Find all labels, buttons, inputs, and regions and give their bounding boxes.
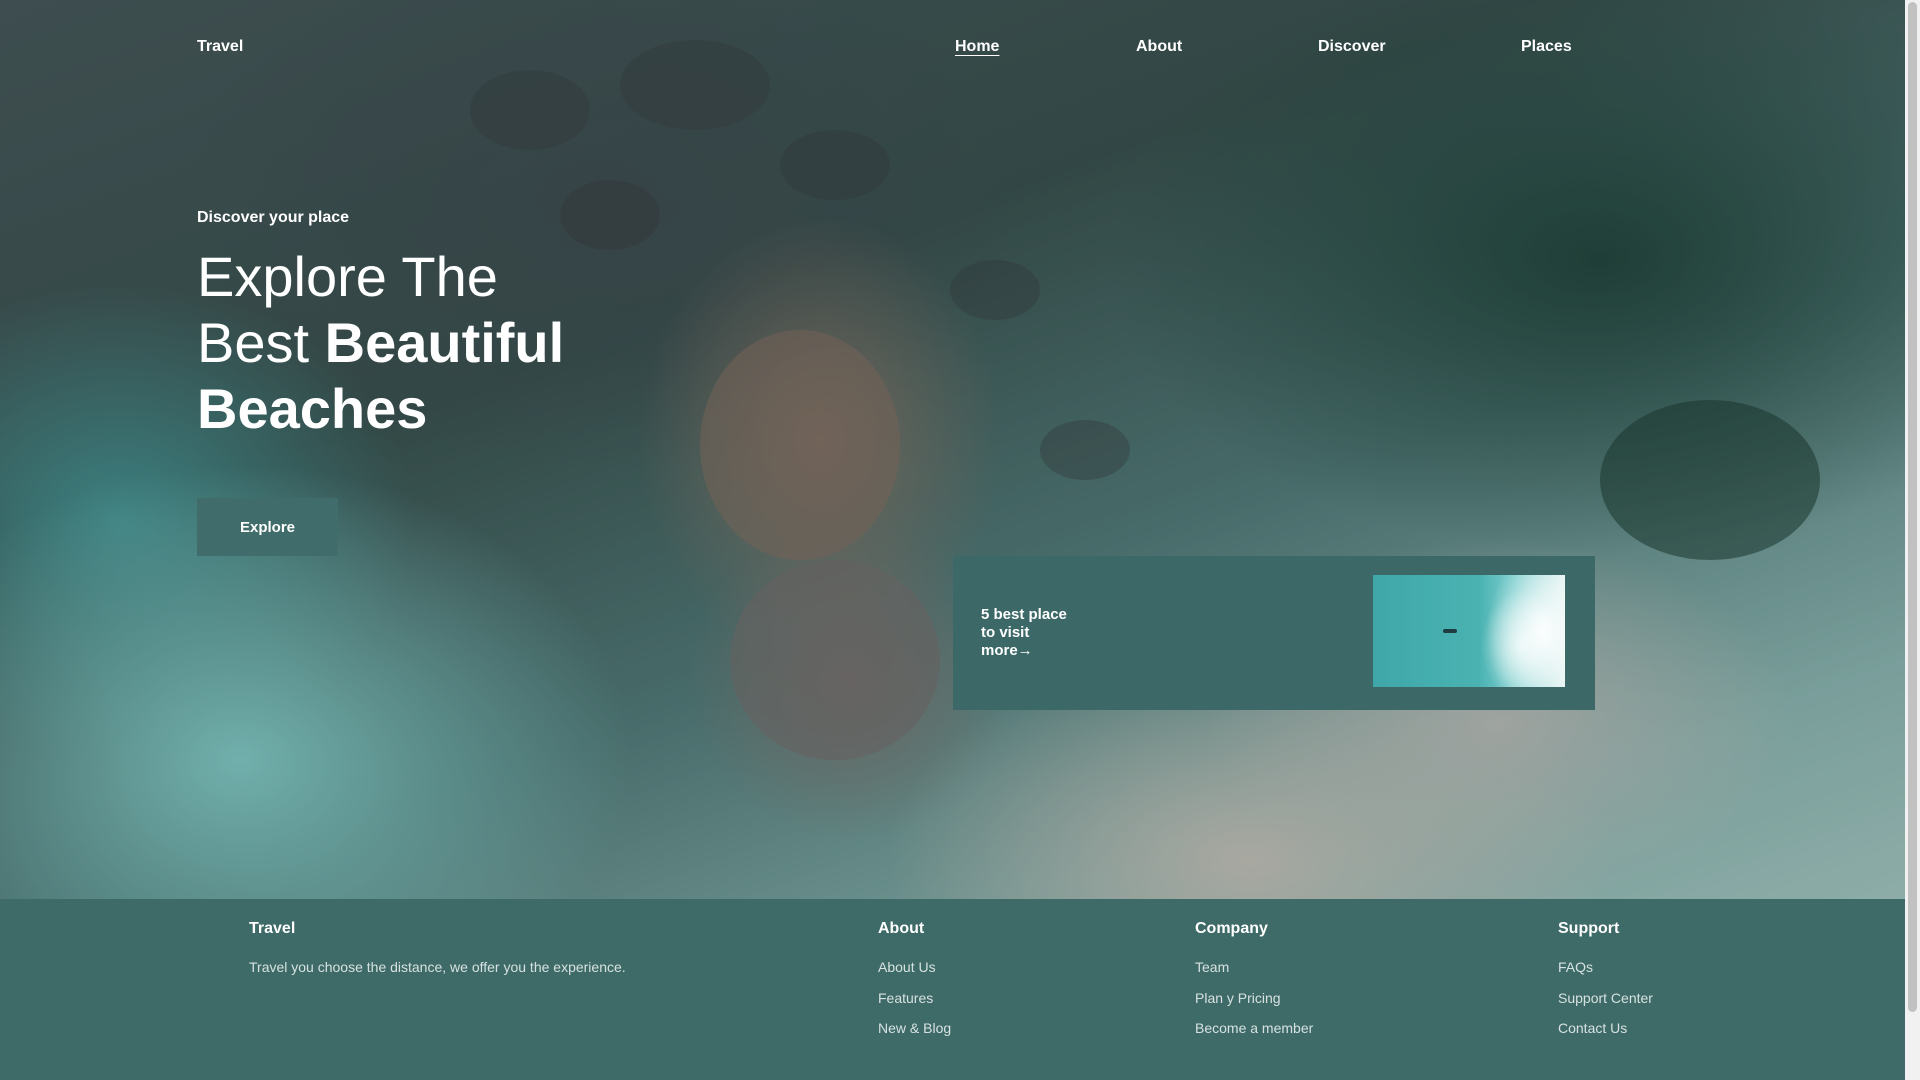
footer-tagline: Travel you choose the distance, we offer… [249, 959, 626, 975]
page-scrollbar[interactable] [1905, 0, 1920, 1080]
brand-logo[interactable]: Travel [197, 38, 243, 56]
footer-link-about-us[interactable]: About Us [878, 959, 936, 975]
nav-discover[interactable]: Discover [1318, 38, 1386, 56]
footer: Travel Travel you choose the distance, w… [8, 899, 1897, 1080]
promo-more-link[interactable]: more→ [981, 642, 1033, 659]
footer-link-support-center[interactable]: Support Center [1558, 990, 1653, 1006]
nav-about[interactable]: About [1136, 38, 1182, 56]
footer-link-pricing[interactable]: Plan y Pricing [1195, 990, 1281, 1006]
promo-text: 5 best place to visit more→ [981, 606, 1091, 660]
headline-line-2: Best [197, 311, 325, 374]
headline-line-1: Explore The [197, 245, 498, 308]
footer-link-faqs[interactable]: FAQs [1558, 959, 1593, 975]
footer-link-features[interactable]: Features [878, 990, 933, 1006]
footer-link-member[interactable]: Become a member [1195, 1020, 1313, 1036]
headline-line-3: Beaches [197, 377, 428, 440]
promo-thumbnail[interactable] [1373, 575, 1565, 687]
hero-background [0, 0, 1905, 899]
footer-link-news-blog[interactable]: New & Blog [878, 1020, 951, 1036]
nav-home[interactable]: Home [955, 38, 999, 56]
hero-eyebrow: Discover your place [197, 209, 350, 226]
hero-overlay [0, 0, 1905, 899]
swimmer-shape [1443, 629, 1457, 633]
footer-brand: Travel [249, 920, 296, 937]
promo-line-2: to visit [981, 624, 1030, 641]
footer-col-about-title: About [878, 920, 925, 937]
nav-places[interactable]: Places [1521, 38, 1572, 56]
footer-link-contact[interactable]: Contact Us [1558, 1020, 1627, 1036]
footer-link-team[interactable]: Team [1195, 959, 1229, 975]
scrollbar-thumb[interactable] [1908, 2, 1917, 1012]
explore-button[interactable]: Explore [197, 498, 338, 556]
headline-bold-word: Beautiful [324, 311, 565, 374]
hero-headline: Explore The Best Beautiful Beaches [197, 244, 677, 442]
footer-col-support-title: Support [1558, 920, 1620, 937]
footer-col-company-title: Company [1195, 920, 1268, 937]
promo-line-1: 5 best place [981, 606, 1067, 623]
promo-card[interactable]: 5 best place to visit more→ [953, 556, 1595, 710]
